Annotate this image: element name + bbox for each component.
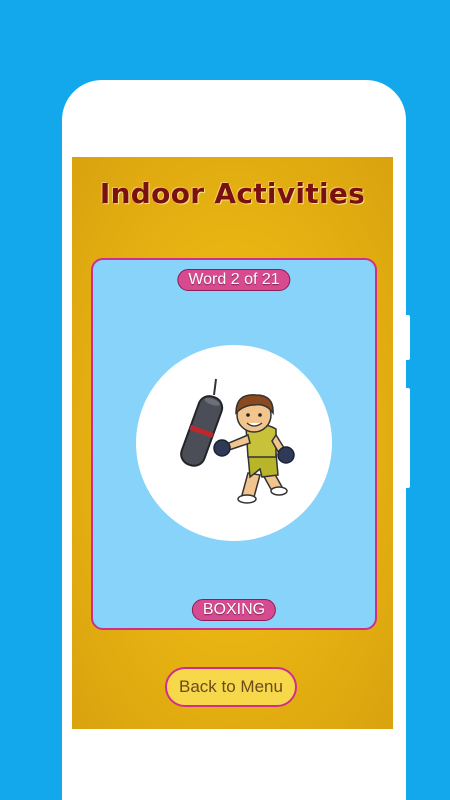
boxer-boy-icon xyxy=(213,394,295,504)
app-screen: Indoor Activities Word 2 of 21 BOXING Ba… xyxy=(72,157,393,729)
back-to-menu-button[interactable]: Back to Menu xyxy=(165,667,297,707)
boxing-illustration xyxy=(180,378,295,504)
illustration-circle xyxy=(136,345,332,541)
phone-side-button xyxy=(404,315,410,360)
word-label-badge: BOXING xyxy=(191,599,277,621)
page-title: Indoor Activities xyxy=(99,177,366,210)
word-card[interactable]: Word 2 of 21 BOXING xyxy=(91,258,377,630)
word-counter-badge: Word 2 of 21 xyxy=(177,269,291,291)
punching-bag-icon xyxy=(180,395,224,467)
phone-side-button xyxy=(404,388,410,488)
